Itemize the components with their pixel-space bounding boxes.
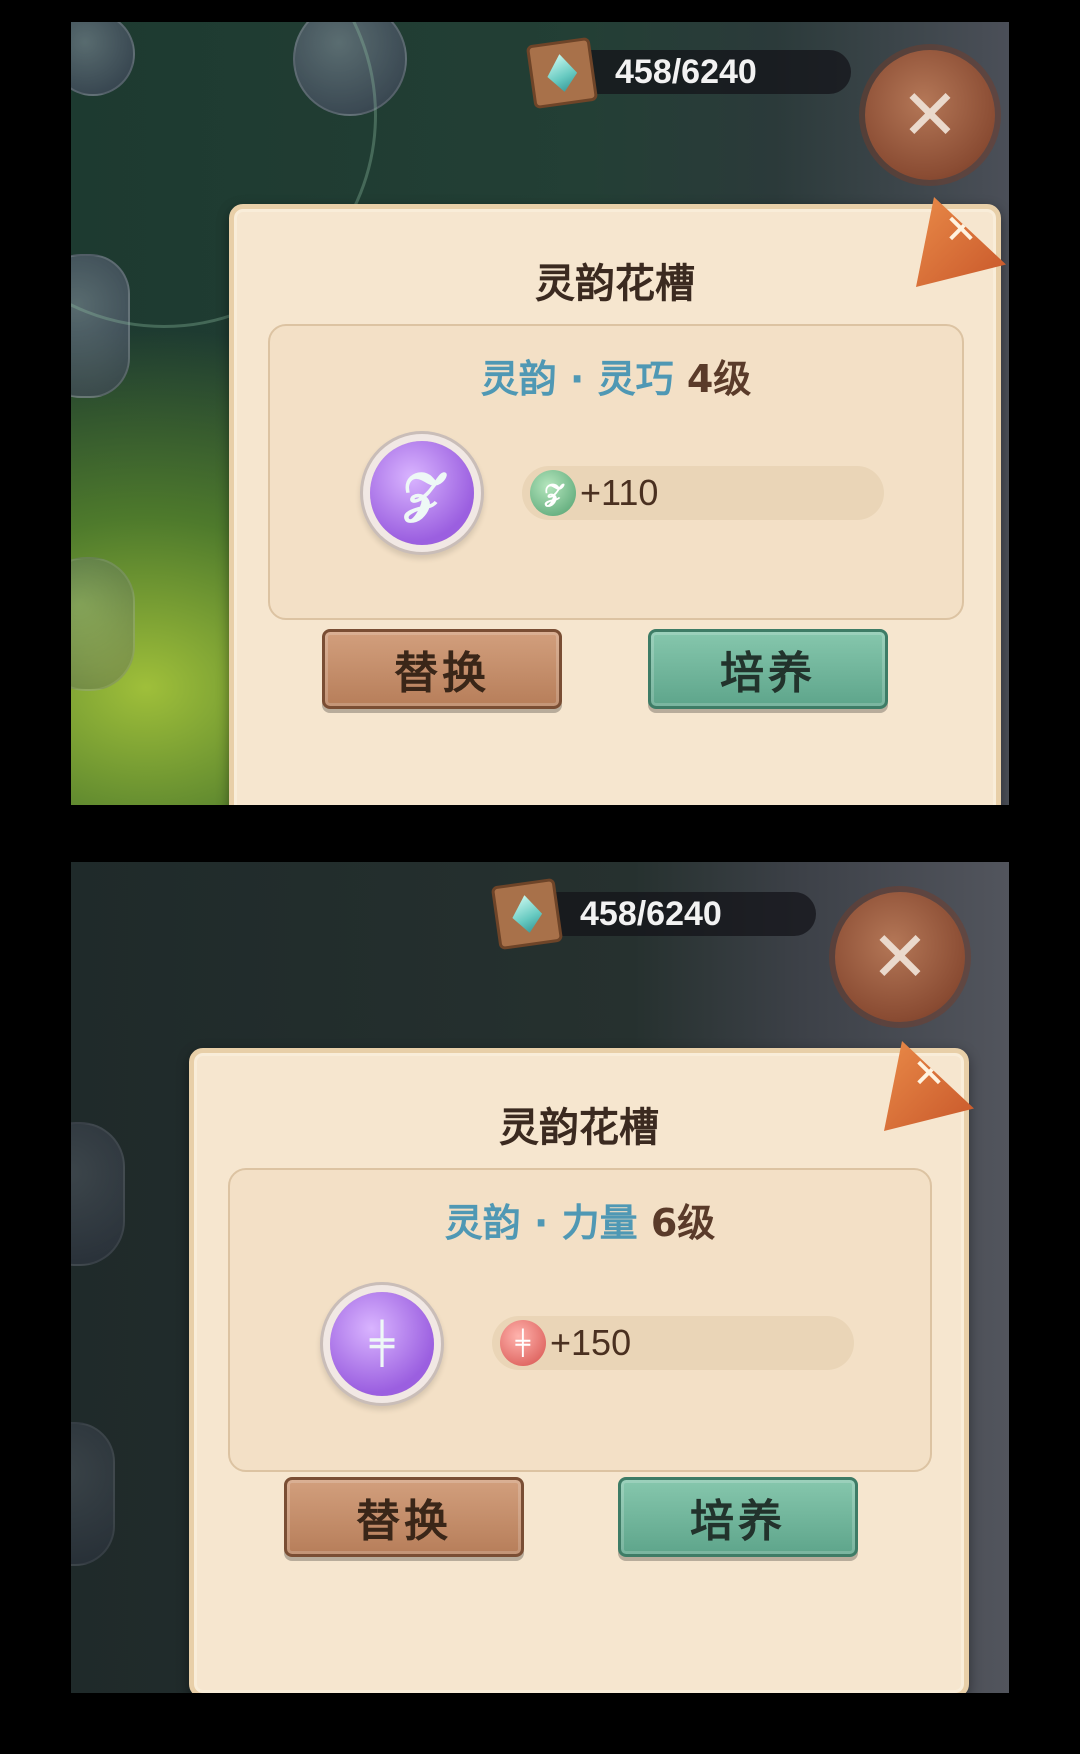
dumbbell-icon: ╪ xyxy=(500,1320,546,1366)
background-bubble xyxy=(71,1422,115,1566)
currency-amount: 458/6240 xyxy=(580,894,722,933)
replace-button[interactable]: 替换 xyxy=(284,1477,524,1557)
screen-strength: 458/6240 ✕ ✕ 灵韵花槽 灵韵 · 力量 6级 ╪ ╪ +150 替换… xyxy=(71,862,1009,1693)
close-icon: ✕ xyxy=(870,916,930,998)
wing-boot-icon: 𝓩 xyxy=(530,470,576,516)
dialog-title: 灵韵花槽 xyxy=(499,1105,659,1151)
currency-amount: 458/6240 xyxy=(615,52,757,91)
skill-heading: 灵韵 · 灵巧 4级 xyxy=(270,348,962,403)
gem-icon xyxy=(525,36,599,110)
replace-button[interactable]: 替换 xyxy=(322,629,562,709)
bonus-bar: ╪ +150 xyxy=(492,1316,854,1370)
background-bubble xyxy=(71,1122,125,1266)
close-icon: ✕ xyxy=(900,74,960,156)
dialog-title: 灵韵花槽 xyxy=(535,261,695,307)
skill-name: 灵韵 · 力量 xyxy=(444,1201,638,1245)
screen-agility: 458/6240 ✕ ✕ 灵韵花槽 灵韵 · 灵巧 4级 𝓩 𝓩 +110 替换… xyxy=(71,22,1009,805)
skill-heading: 灵韵 · 力量 6级 xyxy=(230,1192,930,1247)
gem-icon xyxy=(490,877,564,951)
dumbbell-icon[interactable]: ╪ xyxy=(330,1292,434,1396)
close-button[interactable]: ✕ xyxy=(835,892,965,1022)
train-button[interactable]: 培养 xyxy=(618,1477,858,1557)
skill-panel: 灵韵 · 力量 6级 ╪ ╪ +150 xyxy=(228,1168,932,1472)
skill-name: 灵韵 · 灵巧 xyxy=(480,357,674,401)
train-button[interactable]: 培养 xyxy=(648,629,888,709)
wing-boot-icon[interactable]: 𝓩 xyxy=(370,441,474,545)
bonus-bar: 𝓩 +110 xyxy=(522,466,884,520)
close-button[interactable]: ✕ xyxy=(865,50,995,180)
bonus-value: +150 xyxy=(550,1322,632,1363)
skill-level: 6级 xyxy=(650,1201,716,1245)
bonus-value: +110 xyxy=(580,472,659,513)
skill-panel: 灵韵 · 灵巧 4级 𝓩 𝓩 +110 xyxy=(268,324,964,620)
skill-level: 4级 xyxy=(686,357,752,401)
flower-slot-dialog: ✕ 灵韵花槽 灵韵 · 灵巧 4级 𝓩 𝓩 +110 替换 培养 xyxy=(229,197,1006,805)
flower-slot-dialog: ✕ 灵韵花槽 灵韵 · 力量 6级 ╪ ╪ +150 替换 培养 xyxy=(189,1041,974,1693)
background-bubble xyxy=(71,557,135,691)
